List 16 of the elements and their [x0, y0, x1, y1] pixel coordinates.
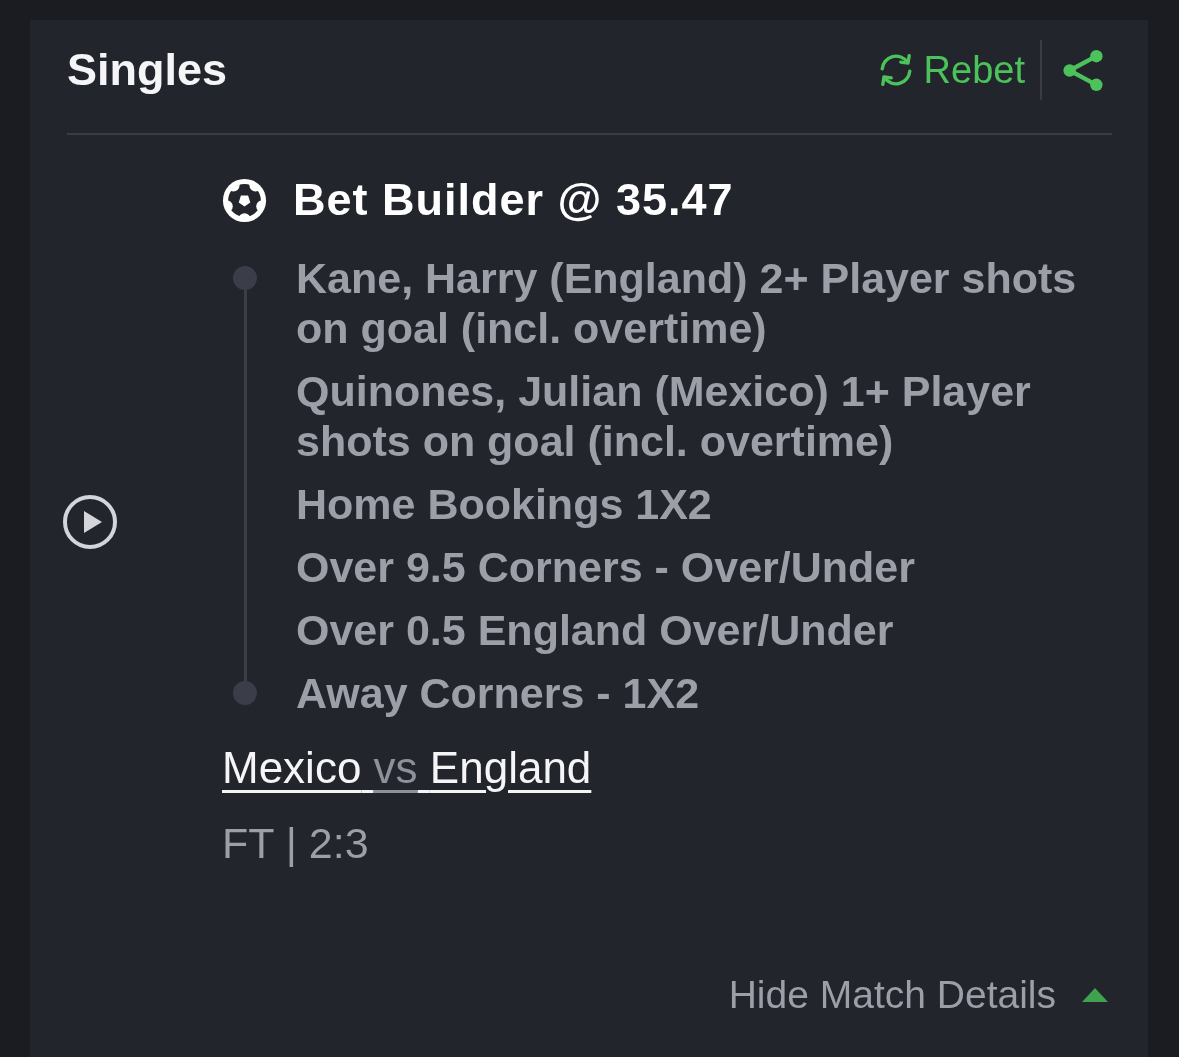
- details-toggle[interactable]: Hide Match Details: [728, 970, 1108, 1020]
- share-icon[interactable]: [1062, 47, 1104, 93]
- bet-leg: Away Corners - 1X2: [296, 668, 701, 718]
- soccer-ball-icon: [222, 177, 267, 223]
- rebet-button[interactable]: Rebet: [878, 45, 1025, 95]
- section-title: Singles: [67, 43, 228, 97]
- bet-leg: Kane, Harry (England) 2+ Player shots on goal (incl. overtime): [296, 253, 1078, 353]
- bet-leg: Over 9.5 Corners - Over/Under: [296, 542, 916, 592]
- play-icon[interactable]: [63, 494, 117, 549]
- match-link[interactable]: Mexico vs England: [222, 743, 592, 793]
- bet-title: Bet Builder @ 35.47: [293, 175, 734, 225]
- bet-leg: Over 0.5 England Over/Under: [296, 605, 895, 655]
- bet-leg: Home Bookings 1X2: [296, 479, 713, 529]
- refresh-icon: [878, 52, 913, 88]
- bet-leg: Quinones, Julian (Mexico) 1+ Player shots on goal (incl. overtime): [296, 366, 1032, 466]
- match-status: FT | 2:3: [222, 818, 370, 868]
